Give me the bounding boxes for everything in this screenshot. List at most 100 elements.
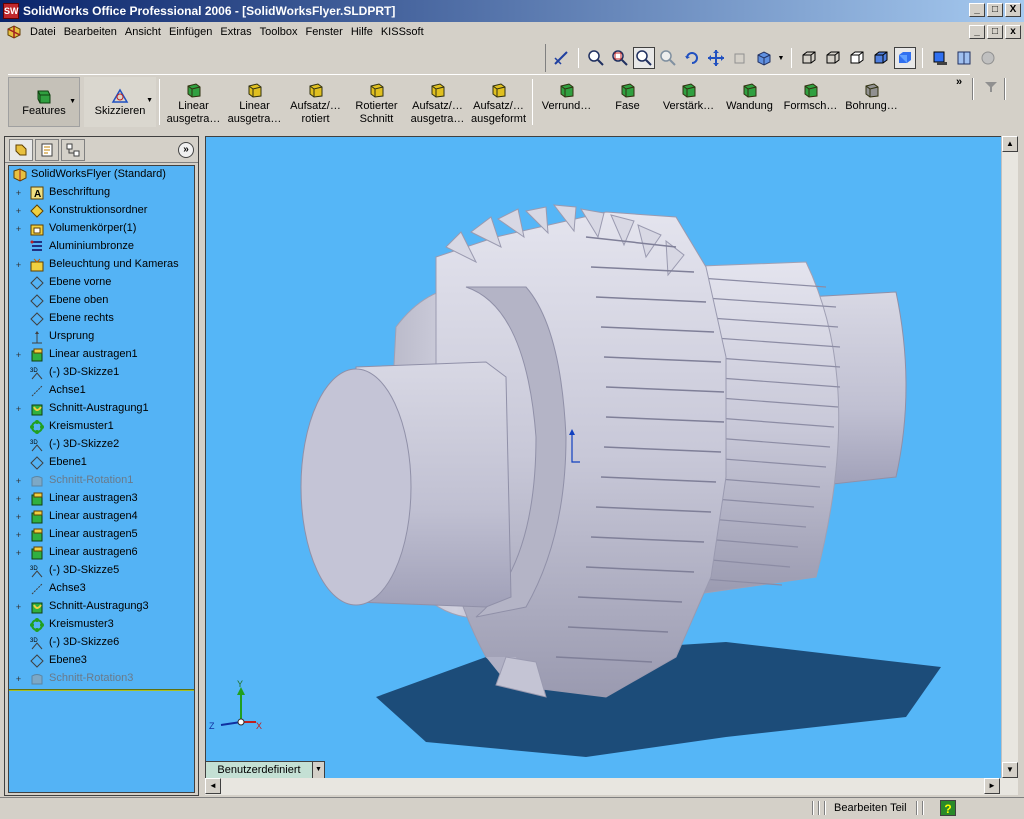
toolbar-grip[interactable] xyxy=(1004,78,1006,100)
help-icon[interactable]: ? xyxy=(940,800,956,816)
command-button-1[interactable]: Linear ausgetra… xyxy=(163,75,224,127)
menu-toolbox[interactable]: Toolbox xyxy=(256,23,302,41)
restore-button[interactable]: □ xyxy=(987,3,1003,17)
vertical-scrollbar[interactable]: ▲ ▼ xyxy=(1001,136,1018,778)
command-button-8[interactable]: Fase xyxy=(597,75,658,127)
tree-expander-icon[interactable]: + xyxy=(14,225,23,234)
menu-datei[interactable]: Datei xyxy=(26,23,60,41)
tree-item[interactable]: Ebene oben xyxy=(9,292,194,310)
tree-item[interactable]: Kreismuster3 xyxy=(9,616,194,634)
view-orientation-dropdown-icon[interactable]: ▼ xyxy=(312,762,324,778)
wireframe-icon[interactable] xyxy=(798,47,820,69)
tree-item[interactable]: 3D (-) 3D-Skizze2 xyxy=(9,436,194,454)
tree-item[interactable]: Ebene rechts xyxy=(9,310,194,328)
tree-item[interactable]: Ebene vorne xyxy=(9,274,194,292)
tree-item[interactable]: SolidWorksFlyer (Standard) xyxy=(9,166,194,184)
command-button-6[interactable]: Aufsatz/… ausgeformt xyxy=(468,75,529,127)
command-button-4[interactable]: Rotierter Schnitt xyxy=(346,75,407,127)
tree-item[interactable]: Ursprung xyxy=(9,328,194,346)
measure-icon[interactable] xyxy=(550,47,572,69)
close-button[interactable]: X xyxy=(1005,3,1021,17)
tree-expander-icon[interactable]: + xyxy=(14,549,23,558)
hidden-lines-removed-icon[interactable] xyxy=(846,47,868,69)
front-shaft[interactable] xyxy=(300,361,512,608)
realview-icon[interactable] xyxy=(977,47,999,69)
tree-item[interactable]: 3D (-) 3D-Skizze5 xyxy=(9,562,194,580)
tab-features[interactable]: Features ▼ xyxy=(8,77,80,127)
shaded-icon[interactable] xyxy=(894,47,916,69)
tree-expander-icon[interactable]: + xyxy=(14,513,23,522)
doc-restore-button[interactable]: □ xyxy=(987,25,1003,39)
zoom-to-fit-icon[interactable] xyxy=(585,47,607,69)
tree-expander-icon[interactable]: + xyxy=(14,351,23,360)
scroll-up-arrow-icon[interactable]: ▲ xyxy=(1002,136,1018,152)
tab-dropdown-arrow-icon[interactable]: ▼ xyxy=(146,97,153,104)
horizontal-scrollbar[interactable]: ◄ ► xyxy=(205,778,1018,795)
zoom-to-selection-icon[interactable] xyxy=(657,47,679,69)
tree-item[interactable]: + Schnitt-Rotation3 xyxy=(9,670,194,688)
command-button-5[interactable]: Aufsatz/… ausgetra… xyxy=(407,75,468,127)
standard-views-dropdown-icon[interactable]: ▼ xyxy=(777,47,785,69)
command-button-3[interactable]: Aufsatz/… rotiert xyxy=(285,75,346,127)
tree-item[interactable]: Aluminiumbronze xyxy=(9,238,194,256)
tree-item[interactable]: Ebene3 xyxy=(9,652,194,670)
tree-expander-icon[interactable]: + xyxy=(14,207,23,216)
menu-bearbeiten[interactable]: Bearbeiten xyxy=(60,23,121,41)
zoom-to-area-icon[interactable] xyxy=(609,47,631,69)
rotate-view-icon[interactable] xyxy=(681,47,703,69)
tree-item[interactable]: + Linear austragen5 xyxy=(9,526,194,544)
tree-item[interactable]: Achse3 xyxy=(9,580,194,598)
shaded-with-edges-icon[interactable] xyxy=(870,47,892,69)
tree-item[interactable]: 3D (-) 3D-Skizze6 xyxy=(9,634,194,652)
filter-icon[interactable] xyxy=(984,80,998,94)
shadows-icon[interactable] xyxy=(929,47,951,69)
doc-minimize-button[interactable]: _ xyxy=(969,25,985,39)
command-button-10[interactable]: Wandung xyxy=(719,75,780,127)
tree-item[interactable]: + Beleuchtung und Kameras xyxy=(9,256,194,274)
scroll-down-arrow-icon[interactable]: ▼ xyxy=(1002,762,1018,778)
command-button-9[interactable]: Verstärk… xyxy=(658,75,719,127)
tree-expander-icon[interactable]: + xyxy=(14,477,23,486)
command-button-7[interactable]: Verrund… xyxy=(536,75,597,127)
tree-item[interactable]: + Schnitt-Rotation1 xyxy=(9,472,194,490)
command-button-12[interactable]: Bohrung… xyxy=(841,75,902,127)
tab-property-manager[interactable] xyxy=(35,138,59,161)
hidden-lines-visible-icon[interactable] xyxy=(822,47,844,69)
command-button-11[interactable]: Formsch… xyxy=(780,75,841,127)
standard-views-icon[interactable] xyxy=(753,47,775,69)
tree-expander-icon[interactable]: + xyxy=(14,405,23,414)
tree-item[interactable]: + Schnitt-Austragung1 xyxy=(9,400,194,418)
tree-item[interactable]: + Volumenkörper(1) xyxy=(9,220,194,238)
menu-kisssoft[interactable]: KISSsoft xyxy=(377,23,428,41)
pan-icon[interactable] xyxy=(705,47,727,69)
menu-einfügen[interactable]: Einfügen xyxy=(165,23,216,41)
tree-expander-icon[interactable]: + xyxy=(14,495,23,504)
menu-fenster[interactable]: Fenster xyxy=(302,23,347,41)
solidworks-app-icon[interactable]: SW xyxy=(3,3,19,19)
tree-expander-icon[interactable]: + xyxy=(14,675,23,684)
menu-extras[interactable]: Extras xyxy=(216,23,255,41)
graphics-viewport[interactable]: Y X Z xyxy=(205,136,1001,778)
section-view-icon[interactable] xyxy=(953,47,975,69)
tree-item[interactable]: + A Beschriftung xyxy=(9,184,194,202)
tree-item[interactable]: + Linear austragen1 xyxy=(9,346,194,364)
tree-item[interactable]: 3D (-) 3D-Skizze1 xyxy=(9,364,194,382)
tree-item[interactable]: + Linear austragen3 xyxy=(9,490,194,508)
zoom-in-out-icon[interactable] xyxy=(633,47,655,69)
minimize-button[interactable]: _ xyxy=(969,3,985,17)
tree-item[interactable]: Ebene1 xyxy=(9,454,194,472)
expand-panel-button[interactable]: » xyxy=(178,142,194,158)
menu-hilfe[interactable]: Hilfe xyxy=(347,23,377,41)
command-button-2[interactable]: Linear ausgetra… xyxy=(224,75,285,127)
3d-drawing-view-icon[interactable] xyxy=(729,47,751,69)
toolbar-grip[interactable] xyxy=(972,78,974,100)
tree-item[interactable]: + Linear austragen6 xyxy=(9,544,194,562)
tree-expander-icon[interactable]: + xyxy=(14,603,23,612)
tree-item[interactable]: Kreismuster1 xyxy=(9,418,194,436)
tab-sketch[interactable]: Skizzieren ▼ xyxy=(84,77,156,127)
tree-expander-icon[interactable]: + xyxy=(14,261,23,270)
tree-item[interactable]: Achse1 xyxy=(9,382,194,400)
scroll-right-arrow-icon[interactable]: ► xyxy=(984,778,1000,794)
tree-item[interactable]: + Linear austragen4 xyxy=(9,508,194,526)
tree-expander-icon[interactable]: + xyxy=(14,189,23,198)
